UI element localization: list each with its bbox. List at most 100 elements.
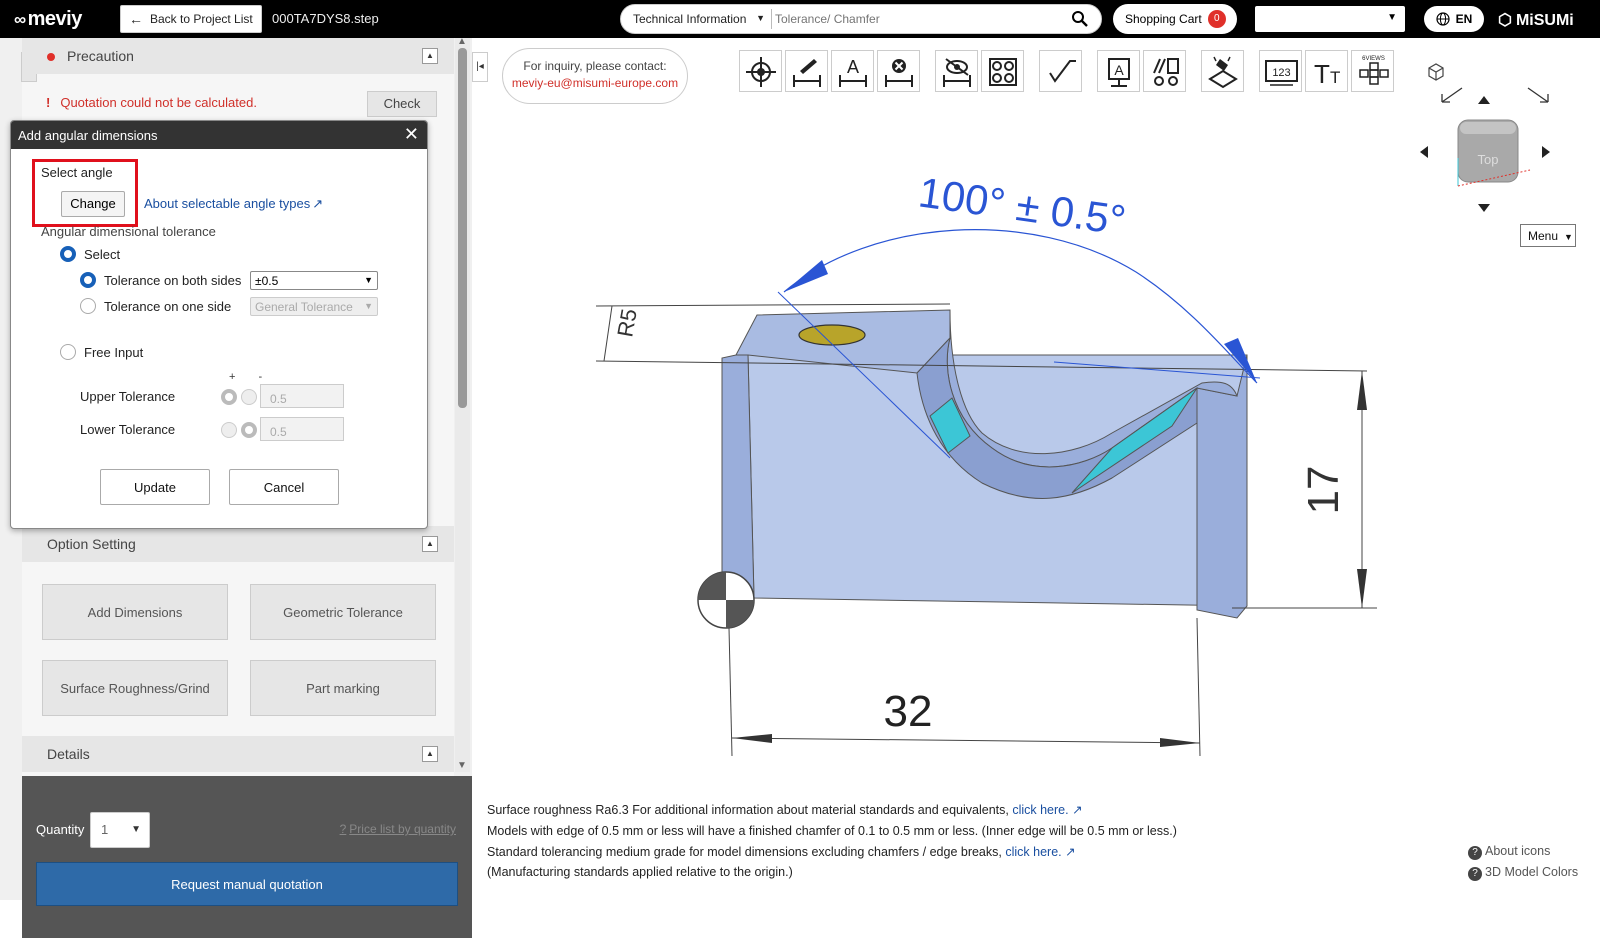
lower-minus-radio[interactable] (241, 422, 257, 438)
request-manual-quotation-button[interactable]: Request manual quotation (36, 862, 458, 906)
search-input[interactable] (775, 9, 1065, 29)
view-cube-widget[interactable]: Top (1420, 58, 1580, 218)
shopping-cart-button[interactable]: Shopping Cart 0 (1113, 4, 1237, 34)
upper-plus-radio[interactable] (221, 389, 237, 405)
chevron-down-icon: ▼ (131, 824, 141, 835)
origin-marker[interactable] (697, 571, 755, 629)
search-icon[interactable] (1071, 10, 1089, 28)
rotate-ccw-icon[interactable] (1441, 87, 1463, 103)
ref-line-upper (595, 303, 951, 307)
option-setting-title: Option Setting (47, 536, 136, 552)
language-button[interactable]: EN (1424, 6, 1484, 32)
lower-plus-radio[interactable] (221, 422, 237, 438)
add-dimensions-button[interactable]: Add Dimensions (42, 584, 228, 640)
update-button[interactable]: Update (100, 469, 210, 505)
rotate-down-icon[interactable] (1478, 204, 1490, 212)
back-label: Back to Project List (150, 12, 253, 26)
rotate-cw-icon[interactable] (1527, 87, 1549, 103)
quantity-select[interactable]: 1 ▼ (90, 812, 150, 848)
both-sides-select[interactable]: ±0.5 ▼ (250, 271, 378, 290)
account-select[interactable]: ▼ (1255, 6, 1405, 32)
lower-tolerance-label: Lower Tolerance (80, 422, 176, 437)
rotate-left-icon[interactable] (1420, 146, 1428, 158)
part-right-side-face[interactable] (1196, 354, 1248, 619)
part-left-face[interactable] (721, 354, 755, 604)
change-button[interactable]: Change (61, 191, 125, 217)
check-button[interactable]: Check (367, 91, 437, 117)
one-side-value: General Tolerance (255, 300, 353, 314)
small-dimension-label[interactable]: R5 (612, 307, 642, 339)
search-category-label: Technical Information (633, 12, 747, 26)
globe-icon (1436, 12, 1450, 26)
model-colors-link[interactable]: ? 3D Model Colors (1468, 865, 1578, 881)
back-to-project-list-button[interactable]: ← Back to Project List (120, 5, 262, 33)
rotate-up-icon[interactable] (1478, 96, 1490, 104)
price-list-link[interactable]: ? Price list by quantity (340, 822, 456, 836)
quantity-value: 1 (101, 822, 109, 837)
logo-text: meviy (27, 8, 83, 30)
about-icons-label: About icons (1485, 844, 1551, 858)
exclamation-icon: ! (46, 95, 51, 110)
misumi-cube-icon: ⬡ (1498, 12, 1512, 29)
precaution-header[interactable]: Precaution ▲ (22, 38, 454, 74)
scroll-thumb[interactable] (458, 48, 467, 408)
geometric-tolerance-button[interactable]: Geometric Tolerance (250, 584, 436, 640)
width-arrow-left (732, 734, 772, 743)
note-line-3: Standard tolerancing medium grade for mo… (487, 842, 1177, 863)
note-line-1: Surface roughness Ra6.3 For additional i… (487, 800, 1177, 821)
part-hole[interactable] (798, 324, 866, 346)
option-setting-header[interactable]: Option Setting ▲ (22, 526, 454, 562)
select-radio[interactable] (60, 246, 76, 262)
upper-minus-radio[interactable] (241, 389, 257, 405)
width-ext-right (1196, 617, 1201, 757)
top-bar: ∞ meviy ← Back to Project List 000TA7DYS8.… (0, 0, 1600, 38)
close-icon[interactable]: ✕ (404, 124, 419, 145)
both-sides-value: ±0.5 (255, 274, 279, 288)
meviy-logo[interactable]: ∞ meviy (14, 8, 82, 31)
angle-arrow-left (784, 260, 828, 292)
collapse-up-icon[interactable]: ▲ (422, 746, 438, 762)
scroll-down-icon[interactable]: ▼ (457, 760, 467, 771)
cube-home-icon[interactable] (1428, 63, 1444, 81)
chevron-down-icon: ▼ (1564, 232, 1573, 242)
rotate-right-icon[interactable] (1542, 146, 1550, 158)
material-standards-link[interactable]: click here. (1012, 803, 1068, 817)
select-angle-label: Select angle (41, 165, 113, 180)
collapse-up-icon[interactable]: ▲ (422, 536, 438, 552)
note-line-4: (Manufacturing standards applied relativ… (487, 865, 793, 880)
height-arrow-bottom (1357, 569, 1367, 608)
search-divider (771, 9, 772, 29)
upper-tolerance-input[interactable] (260, 384, 344, 408)
width-dim-line (731, 737, 1201, 744)
cart-count-badge: 0 (1207, 10, 1226, 28)
chevron-down-icon: ▼ (364, 301, 373, 311)
misumi-logo[interactable]: ⬡ MiSUMi (1498, 10, 1574, 30)
note-line-2: Models with edge of 0.5 mm or less will … (487, 823, 1177, 838)
free-input-radio[interactable] (60, 344, 76, 360)
tolerancing-standards-link[interactable]: click here. (1005, 845, 1061, 859)
view-cube-top-edge (1460, 122, 1516, 134)
quantity-footer: Quantity 1 ▼ ? Price list by quantity Requ… (22, 776, 472, 938)
part-marking-button[interactable]: Part marking (250, 660, 436, 716)
scroll-up-icon[interactable]: ▲ (457, 36, 467, 47)
height-dimension-label[interactable]: 17 (1299, 466, 1348, 515)
details-header[interactable]: Details ▲ (22, 736, 454, 772)
one-side-select[interactable]: General Tolerance ▼ (250, 297, 378, 316)
search-category-select[interactable]: Technical Information ▼ (633, 12, 765, 26)
collapse-up-icon[interactable]: ▲ (422, 48, 438, 64)
about-icons-link[interactable]: ? About icons (1468, 844, 1550, 860)
left-panel-scrollbar[interactable]: ▲ ▼ (455, 36, 470, 772)
lower-tolerance-input[interactable] (260, 417, 344, 441)
both-sides-radio[interactable] (80, 272, 96, 288)
upper-tolerance-label: Upper Tolerance (80, 389, 176, 404)
both-sides-label: Tolerance on both sides (104, 273, 242, 288)
about-angle-types-link[interactable]: About selectable angle types ↗ (144, 196, 323, 212)
view-menu-button[interactable]: Menu ▼ (1520, 224, 1576, 247)
surface-roughness-button[interactable]: Surface Roughness/Grind (42, 660, 228, 716)
cancel-button[interactable]: Cancel (229, 469, 339, 505)
misumi-label: MiSUMi (1515, 12, 1574, 29)
width-dimension-label[interactable]: 32 (884, 687, 933, 736)
language-label: EN (1455, 12, 1473, 26)
external-link-icon: ↗ (1065, 844, 1076, 859)
one-side-radio[interactable] (80, 298, 96, 314)
